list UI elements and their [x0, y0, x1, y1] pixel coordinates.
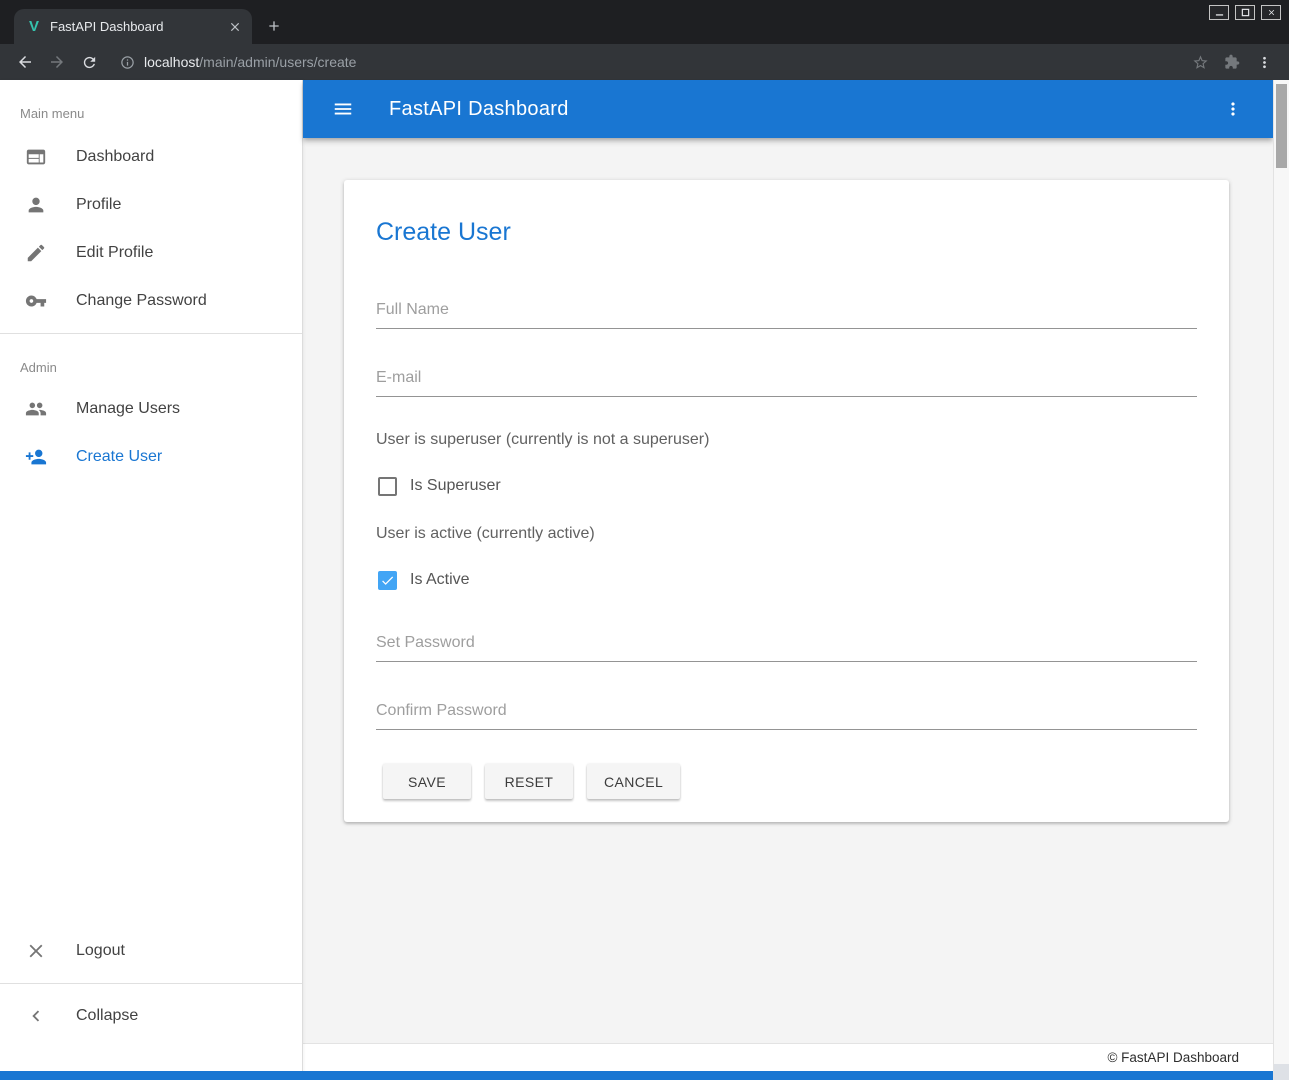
sidebar-item-label: Profile [76, 196, 121, 214]
is-superuser-checkbox[interactable] [378, 477, 397, 496]
save-button[interactable]: SAVE [383, 764, 471, 799]
new-tab-button[interactable] [260, 12, 288, 40]
address-bar[interactable]: localhost/main/admin/users/create [106, 48, 1183, 76]
extensions-icon[interactable] [1217, 48, 1247, 76]
sidebar-item-manage-users[interactable]: Manage Users [0, 385, 302, 433]
set-password-input[interactable] [376, 628, 1197, 662]
sidebar-item-collapse[interactable]: Collapse [0, 992, 302, 1040]
browser-menu-icon[interactable] [1249, 48, 1279, 76]
active-hint: User is active (currently active) [376, 525, 1197, 543]
vuetify-favicon-icon: V [26, 18, 42, 35]
copyright-text: © FastAPI Dashboard [1107, 1050, 1239, 1065]
sidebar-divider [0, 333, 302, 334]
browser-toolbar: localhost/main/admin/users/create [0, 44, 1289, 80]
is-active-checkbox[interactable] [378, 571, 397, 590]
url-host: localhost [144, 54, 199, 70]
sidebar-item-change-password[interactable]: Change Password [0, 277, 302, 325]
email-field-wrap [376, 363, 1197, 397]
people-icon [24, 397, 48, 421]
confirm-password-input[interactable] [376, 696, 1197, 730]
window-controls [1209, 5, 1281, 20]
minimize-button[interactable] [1209, 5, 1229, 20]
sidebar-item-label: Dashboard [76, 148, 154, 166]
sidebar-divider [0, 983, 302, 984]
app-title: FastAPI Dashboard [389, 98, 569, 121]
close-icon [24, 939, 48, 963]
scrollbar-corner [1274, 1064, 1289, 1080]
sidebar-spacer [0, 481, 302, 927]
is-active-label[interactable]: Is Active [410, 571, 470, 589]
app-bar: FastAPI Dashboard [303, 80, 1273, 138]
reload-icon[interactable] [74, 48, 104, 76]
sidebar-item-label: Logout [76, 942, 125, 960]
url-path: /main/admin/users/create [199, 54, 356, 70]
main-area: FastAPI Dashboard Create User User is su… [303, 80, 1273, 1080]
full-name-input[interactable] [376, 295, 1197, 329]
chevron-left-icon [24, 1004, 48, 1028]
page-viewport: Main menu Dashboard Profile Edit Profile [0, 80, 1289, 1080]
reset-button[interactable]: RESET [485, 764, 573, 799]
sidebar-item-logout[interactable]: Logout [0, 927, 302, 975]
person-icon [24, 193, 48, 217]
bottom-blue-strip [0, 1071, 1273, 1080]
person-add-icon [24, 445, 48, 469]
set-password-field-wrap [376, 628, 1197, 662]
sidebar: Main menu Dashboard Profile Edit Profile [0, 80, 303, 1080]
cancel-button[interactable]: CANCEL [587, 764, 680, 799]
pencil-icon [24, 241, 48, 265]
sidebar-item-label: Edit Profile [76, 244, 153, 262]
confirm-password-field-wrap [376, 696, 1197, 730]
dashboard-icon [24, 145, 48, 169]
url-text[interactable]: localhost/main/admin/users/create [144, 54, 356, 70]
vertical-scrollbar[interactable] [1273, 80, 1289, 1080]
page-title: Create User [376, 218, 1197, 247]
key-icon [24, 289, 48, 313]
browser-window: V FastAPI Dashboard [0, 0, 1289, 1080]
form-actions: SAVE RESET CANCEL [383, 764, 1197, 799]
browser-titlebar: V FastAPI Dashboard [0, 0, 1289, 44]
sidebar-item-create-user[interactable]: Create User [0, 433, 302, 481]
sidebar-item-label: Manage Users [76, 400, 180, 418]
content-area: Create User User is superuser (currently… [303, 138, 1273, 1043]
scrollbar-thumb[interactable] [1276, 84, 1287, 168]
active-checkbox-row: Is Active [378, 568, 1197, 592]
full-name-field-wrap [376, 295, 1197, 329]
browser-tab[interactable]: V FastAPI Dashboard [14, 9, 252, 44]
tab-title: FastAPI Dashboard [50, 19, 218, 34]
sidebar-item-label: Change Password [76, 292, 207, 310]
sidebar-header-admin: Admin [0, 342, 302, 385]
page-footer: © FastAPI Dashboard [303, 1043, 1273, 1071]
sidebar-item-label: Collapse [76, 1007, 138, 1025]
superuser-hint: User is superuser (currently is not a su… [376, 431, 1197, 449]
is-superuser-label[interactable]: Is Superuser [410, 477, 501, 495]
close-window-button[interactable] [1261, 5, 1281, 20]
email-input[interactable] [376, 363, 1197, 397]
sidebar-header-main-menu: Main menu [0, 80, 302, 133]
sidebar-item-profile[interactable]: Profile [0, 181, 302, 229]
back-icon[interactable] [10, 48, 40, 76]
forward-icon[interactable] [42, 48, 72, 76]
kebab-menu-icon[interactable] [1215, 91, 1251, 127]
sidebar-item-dashboard[interactable]: Dashboard [0, 133, 302, 181]
superuser-checkbox-row: Is Superuser [378, 474, 1197, 498]
maximize-button[interactable] [1235, 5, 1255, 20]
site-info-icon[interactable] [120, 55, 135, 70]
sidebar-item-label: Create User [76, 448, 162, 466]
create-user-card: Create User User is superuser (currently… [344, 180, 1229, 822]
sidebar-item-edit-profile[interactable]: Edit Profile [0, 229, 302, 277]
hamburger-menu-icon[interactable] [325, 91, 361, 127]
tab-close-icon[interactable] [226, 18, 244, 36]
bookmark-star-icon[interactable] [1185, 48, 1215, 76]
